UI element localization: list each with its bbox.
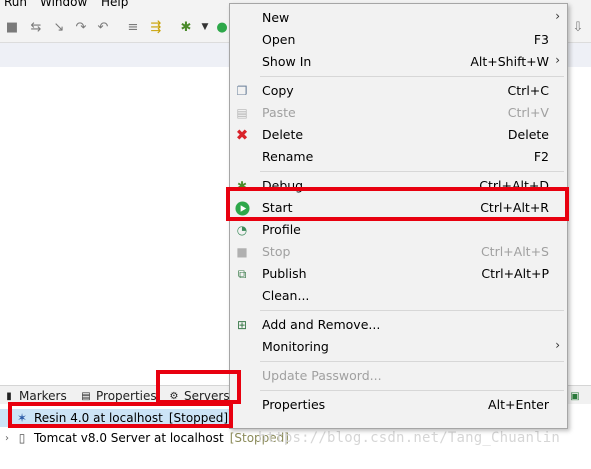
debug-icon[interactable]: ✱ [178, 19, 194, 35]
menu-item-label: New [262, 10, 290, 25]
menu-item-show-in[interactable]: Show In Alt+Shift+W › [230, 51, 567, 73]
menu-item-monitoring[interactable]: Monitoring › [230, 336, 567, 358]
menu-item-shortcut: F3 [533, 32, 549, 47]
menu-separator [260, 361, 564, 362]
menu-item-label: Update Password... [262, 368, 382, 383]
menu-run[interactable]: Run [4, 0, 27, 9]
profile-icon: ◔ [236, 223, 248, 237]
menu-item-shortcut: Ctrl+C [507, 83, 549, 98]
menu-separator [260, 310, 564, 311]
menu-window[interactable]: Window [40, 0, 87, 9]
menu-item-label: Clean... [262, 288, 310, 303]
step-into-icon[interactable]: ↘ [51, 19, 67, 35]
publish-icon: ⧉ [237, 266, 247, 281]
menu-item-label: Delete [262, 127, 304, 142]
stop-icon: ■ [236, 245, 248, 259]
menu-item-label: Paste [262, 105, 296, 120]
overflow-icon: ▣ [570, 390, 580, 402]
menu-separator [260, 76, 564, 77]
properties-icon: ▤ [81, 390, 91, 402]
menu-item-shortcut: Alt+Shift+W [470, 54, 549, 69]
server-name: Tomcat v8.0 Server at localhost [34, 431, 224, 445]
menu-item-label: Copy [262, 83, 294, 98]
menu-item-profile[interactable]: ◔ Profile [230, 219, 567, 241]
menu-help[interactable]: Help [101, 0, 128, 9]
menu-item-label: Profile [262, 222, 301, 237]
tab-overflow[interactable]: ▣ [569, 388, 585, 404]
menu-item-shortcut: Ctrl+Alt+P [481, 266, 549, 281]
submenu-arrow-icon: › [555, 9, 560, 23]
menu-item-copy[interactable]: ❐ Copy Ctrl+C [230, 80, 567, 102]
menu-item-label: Properties [262, 397, 326, 412]
menu-item-paste[interactable]: ▤ Paste Ctrl+V [230, 102, 567, 124]
watermark: https://blog.csdn.net/Tang_Chuanlin [258, 430, 561, 446]
filter-icon[interactable]: ≡ [125, 19, 141, 35]
menu-separator [260, 171, 564, 172]
run-icon[interactable]: ● [214, 19, 230, 35]
tab-properties-label: Properties [96, 389, 157, 403]
menu-separator [260, 390, 564, 391]
menu-item-new[interactable]: New › [230, 7, 567, 29]
tab-markers-label: Markers [19, 389, 67, 403]
toolbar-overflow-icon[interactable]: ⇩ [570, 19, 586, 35]
menu-item-label: Stop [262, 244, 291, 259]
submenu-arrow-icon: › [555, 338, 560, 352]
menu-item-label: Publish [262, 266, 307, 281]
menu-item-shortcut: Delete [507, 127, 549, 142]
markers-icon: ▮ [6, 390, 12, 402]
menu-item-properties[interactable]: Properties Alt+Enter [230, 394, 567, 416]
menu-item-update-password[interactable]: Update Password... [230, 365, 567, 387]
menu-item-shortcut: Alt+Enter [488, 397, 549, 412]
add-remove-icon: ⊞ [236, 318, 248, 332]
menu-item-open[interactable]: Open F3 [230, 29, 567, 51]
menu-item-label: Rename [262, 149, 314, 164]
stop-icon[interactable]: ■ [4, 19, 20, 35]
menu-item-clean[interactable]: Clean... [230, 285, 567, 307]
menu-item-shortcut: F2 [533, 149, 549, 164]
copy-icon: ❐ [236, 84, 248, 98]
menu-item-label: Open [262, 32, 296, 47]
submenu-arrow-icon: › [555, 53, 560, 67]
step-over-icon[interactable]: ↷ [73, 19, 89, 35]
menu-item-delete[interactable]: ✖ Delete Delete [230, 124, 567, 146]
menu-item-label: Show In [262, 54, 312, 69]
menu-item-label: Add and Remove... [262, 317, 381, 332]
delete-icon: ✖ [235, 126, 249, 144]
step-return-icon[interactable]: ↶ [95, 19, 111, 35]
expand-arrow-icon[interactable]: › [0, 433, 14, 444]
menu-item-shortcut: Ctrl+V [507, 105, 549, 120]
menu-item-publish[interactable]: ⧉ Publish Ctrl+Alt+P [230, 263, 567, 285]
menu-item-shortcut: Ctrl+Alt+S [480, 244, 549, 259]
disconnect-icon[interactable]: ⇆ [28, 19, 44, 35]
server-row-tomcat[interactable]: › ▯ Tomcat v8.0 Server at localhost [Sto… [0, 429, 289, 447]
highlight-start-box [226, 187, 569, 221]
menu-item-stop[interactable]: ■ Stop Ctrl+Alt+S [230, 241, 567, 263]
dropdown-arrow-icon[interactable]: ▼ [197, 19, 213, 35]
menu-item-add-and-remove[interactable]: ⊞ Add and Remove... [230, 314, 567, 336]
menu-item-rename[interactable]: Rename F2 [230, 146, 567, 168]
highlight-servers-tab-box [156, 370, 241, 404]
menu-item-label: Monitoring [262, 339, 329, 354]
tomcat-server-icon: ▯ [18, 431, 26, 445]
highlight-resin-row-box [8, 402, 233, 428]
paste-icon: ▤ [236, 106, 248, 120]
toggle-icon[interactable]: ⇶ [148, 19, 164, 35]
